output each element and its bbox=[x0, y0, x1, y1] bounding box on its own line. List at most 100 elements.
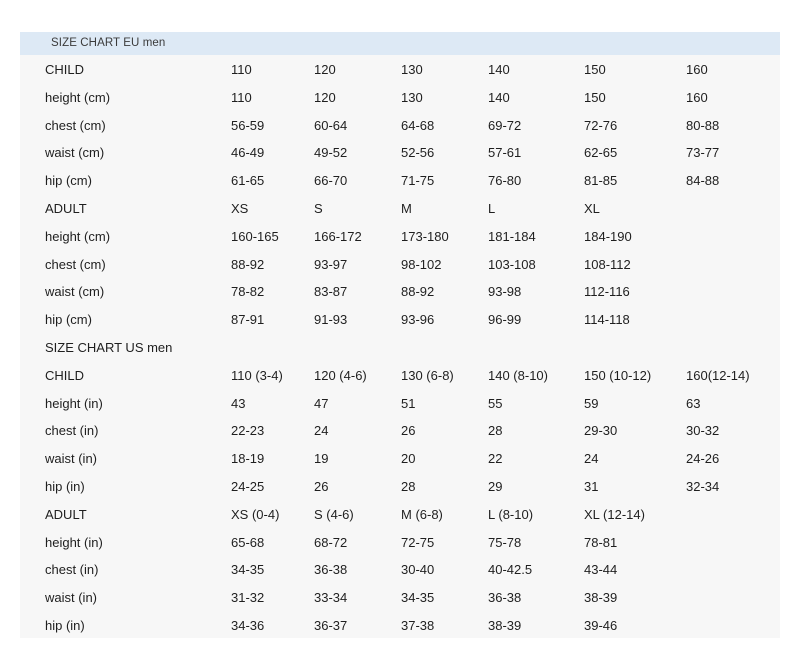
table-cell: 130 (6-8) bbox=[401, 367, 454, 383]
table-cell: 59 bbox=[584, 395, 599, 411]
table-cell: 184-190 bbox=[584, 228, 632, 244]
table-cell: 34-35 bbox=[401, 590, 435, 606]
table-cell: 114-118 bbox=[584, 312, 630, 328]
table-cell: XL (12-14) bbox=[584, 506, 645, 522]
table-cell: 150 bbox=[584, 62, 606, 77]
row-label: CHILD bbox=[45, 62, 85, 77]
table-cell: 84-88 bbox=[686, 173, 720, 189]
table-row: height (in) 65-68 68-72 72-75 75-78 78-81 bbox=[20, 528, 780, 556]
table-cell: 73-77 bbox=[686, 145, 720, 161]
table-cell: 78-82 bbox=[231, 284, 265, 300]
table-row: waist (cm) 46-49 49-52 52-56 57-61 62-65 73-77 bbox=[20, 138, 780, 166]
row-label: height (cm) bbox=[45, 89, 111, 105]
table-row: chest (cm) 88-92 93-97 98-102 103-108 108-112 bbox=[20, 250, 780, 278]
table-cell: 40-42.5 bbox=[488, 562, 533, 578]
table-cell: 52-56 bbox=[401, 145, 435, 161]
table-cell: 29-30 bbox=[584, 423, 618, 439]
table-cell: 83-87 bbox=[314, 284, 348, 300]
size-chart-table: SIZE CHART EU men CHILD 110 120 130 140 150 16… bbox=[20, 32, 780, 638]
table-cell: M (6-8) bbox=[401, 506, 443, 522]
table-cell: 30-40 bbox=[401, 562, 435, 578]
row-label: chest (in) bbox=[45, 562, 99, 578]
table-cell: 28 bbox=[401, 478, 416, 494]
table-cell: 72-76 bbox=[584, 117, 618, 133]
table-cell: 20 bbox=[401, 451, 416, 467]
table-cell: 160(12-14) bbox=[686, 367, 750, 383]
table-cell: 91-93 bbox=[314, 312, 348, 328]
table-cell: 34-35 bbox=[231, 562, 265, 578]
table-cell: 71-75 bbox=[401, 173, 435, 189]
table-cell: 140 (8-10) bbox=[488, 367, 548, 383]
table-cell: L (8-10) bbox=[488, 506, 534, 522]
table-cell: 120 bbox=[314, 89, 336, 105]
table-cell: 120 (4-6) bbox=[314, 367, 367, 383]
table-cell: 49-52 bbox=[314, 145, 348, 161]
table-cell: 76-80 bbox=[488, 173, 522, 189]
table-cell: 103-108 bbox=[488, 256, 536, 272]
row-label: hip (in) bbox=[45, 617, 85, 633]
table-cell: 110 bbox=[231, 62, 252, 77]
row-label: height (in) bbox=[45, 534, 103, 550]
row-label: hip (cm) bbox=[45, 173, 92, 189]
table-cell: 26 bbox=[401, 423, 416, 439]
table-row: chest (cm) 56-59 60-64 64-68 69-72 72-76 80-88 bbox=[20, 111, 780, 139]
row-label: waist (in) bbox=[45, 451, 98, 467]
table-cell: 93-97 bbox=[314, 256, 348, 272]
table-cell: 130 bbox=[401, 62, 423, 77]
table-row: chest (in) 22-23 24 26 28 29-30 30-32 bbox=[20, 416, 780, 444]
table-cell: 24 bbox=[314, 423, 329, 439]
table-cell: 26 bbox=[314, 478, 329, 494]
row-label: hip (in) bbox=[45, 478, 85, 494]
row-label: waist (cm) bbox=[45, 145, 105, 161]
table-cell: 24 bbox=[584, 451, 599, 467]
table-cell: 19 bbox=[314, 451, 329, 467]
table-cell: 64-68 bbox=[401, 117, 435, 133]
table-row: SIZE CHART US men bbox=[20, 333, 780, 361]
table-cell: 36-37 bbox=[314, 617, 348, 633]
table-cell: 96-99 bbox=[488, 312, 522, 328]
table-cell: 56-59 bbox=[231, 117, 265, 133]
table-row: hip (cm) 87-91 91-93 93-96 96-99 114-118 bbox=[20, 305, 780, 333]
table-cell: 120 bbox=[314, 62, 336, 77]
table-cell: 150 (10-12) bbox=[584, 367, 652, 383]
table-cell: 88-92 bbox=[401, 284, 435, 300]
table-cell: 31-32 bbox=[231, 590, 265, 606]
row-label: chest (in) bbox=[45, 423, 99, 439]
row-label: SIZE CHART US men bbox=[45, 339, 173, 355]
table-cell: 65-68 bbox=[231, 534, 265, 550]
table-cell: 34-36 bbox=[231, 617, 265, 633]
table-cell: 29 bbox=[488, 478, 503, 494]
row-label: CHILD bbox=[45, 367, 85, 383]
table-row: ADULT XS (0-4) S (4-6) M (6-8) L (8-10) XL (1… bbox=[20, 500, 780, 528]
table-cell: 24-26 bbox=[686, 451, 720, 467]
table-row: height (cm) 160-165 166-172 173-180 181-184 1… bbox=[20, 222, 780, 250]
table-cell: 24-25 bbox=[231, 478, 265, 494]
table-row: hip (in) 24-25 26 28 29 31 32-34 bbox=[20, 472, 780, 500]
table-cell: 69-72 bbox=[488, 117, 522, 133]
table-row: height (cm) 110 120 130 140 150 160 bbox=[20, 83, 780, 111]
row-label: height (in) bbox=[45, 395, 103, 411]
table-cell: 38-39 bbox=[584, 590, 618, 606]
table-cell: 61-65 bbox=[231, 173, 265, 189]
table-cell: 43 bbox=[231, 395, 246, 411]
table-cell: 38-39 bbox=[488, 617, 522, 633]
table-cell: 98-102 bbox=[401, 256, 442, 272]
table-cell: 39-46 bbox=[584, 617, 618, 633]
table-cell: 160 bbox=[686, 89, 708, 105]
table-cell: 160-165 bbox=[231, 228, 279, 244]
table-cell: XS (0-4) bbox=[231, 506, 280, 522]
row-label: ADULT bbox=[45, 506, 87, 522]
table-cell: 31 bbox=[584, 478, 599, 494]
table-cell: 43-44 bbox=[584, 562, 618, 578]
table-cell: 88-92 bbox=[231, 256, 265, 272]
row-label: waist (cm) bbox=[45, 284, 105, 300]
row-label: chest (cm) bbox=[45, 117, 106, 133]
table-cell: 66-70 bbox=[314, 173, 348, 189]
table-cell: S bbox=[314, 200, 323, 216]
table-row: ADULT XS S M L XL bbox=[20, 194, 780, 222]
table-cell: 150 bbox=[584, 89, 606, 105]
row-label: height (cm) bbox=[45, 228, 111, 244]
size-chart-rows: CHILD 110 120 130 140 150 160 height (cm) 110 120… bbox=[20, 55, 780, 639]
table-cell: 22 bbox=[488, 451, 503, 467]
table-cell: 18-19 bbox=[231, 451, 265, 467]
